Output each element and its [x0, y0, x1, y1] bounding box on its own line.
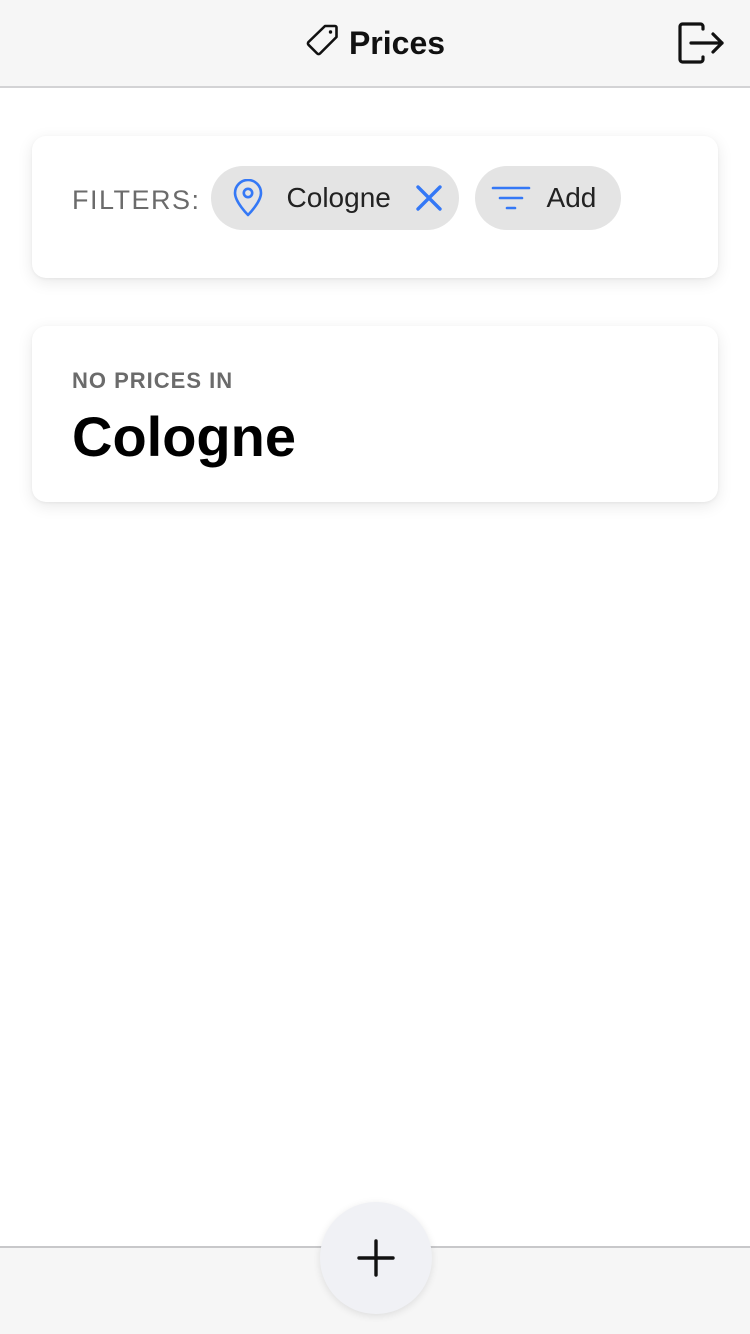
logout-button[interactable]: [676, 20, 726, 66]
add-filter-label: Add: [546, 182, 597, 213]
filters-card: FILTERS: Cologne Add: [32, 136, 718, 278]
location-filter-chip[interactable]: Cologne: [210, 166, 459, 230]
add-price-button[interactable]: [320, 1202, 432, 1314]
close-icon[interactable]: [415, 184, 443, 212]
plus-icon: [357, 1239, 395, 1277]
top-bar: Prices: [0, 0, 750, 88]
app-screen: Prices FILTERS: Cologne Add NO PRICES IN…: [0, 0, 750, 1334]
filters-label: FILTERS:: [72, 184, 201, 215]
empty-result-caption: NO PRICES IN: [72, 368, 234, 393]
empty-result-card: NO PRICES IN Cologne: [32, 326, 718, 502]
map-pin-icon: [233, 179, 262, 217]
filters-row: FILTERS: Cologne Add: [72, 166, 621, 230]
logout-icon: [678, 22, 724, 64]
location-filter-label: Cologne: [286, 182, 391, 213]
page-title: Prices: [0, 0, 750, 86]
add-filter-button[interactable]: Add: [474, 166, 621, 230]
page-title-text: Prices: [348, 24, 446, 61]
tag-icon: [306, 24, 338, 56]
empty-result-city: Cologne: [72, 405, 296, 468]
filter-icon: [491, 186, 530, 210]
